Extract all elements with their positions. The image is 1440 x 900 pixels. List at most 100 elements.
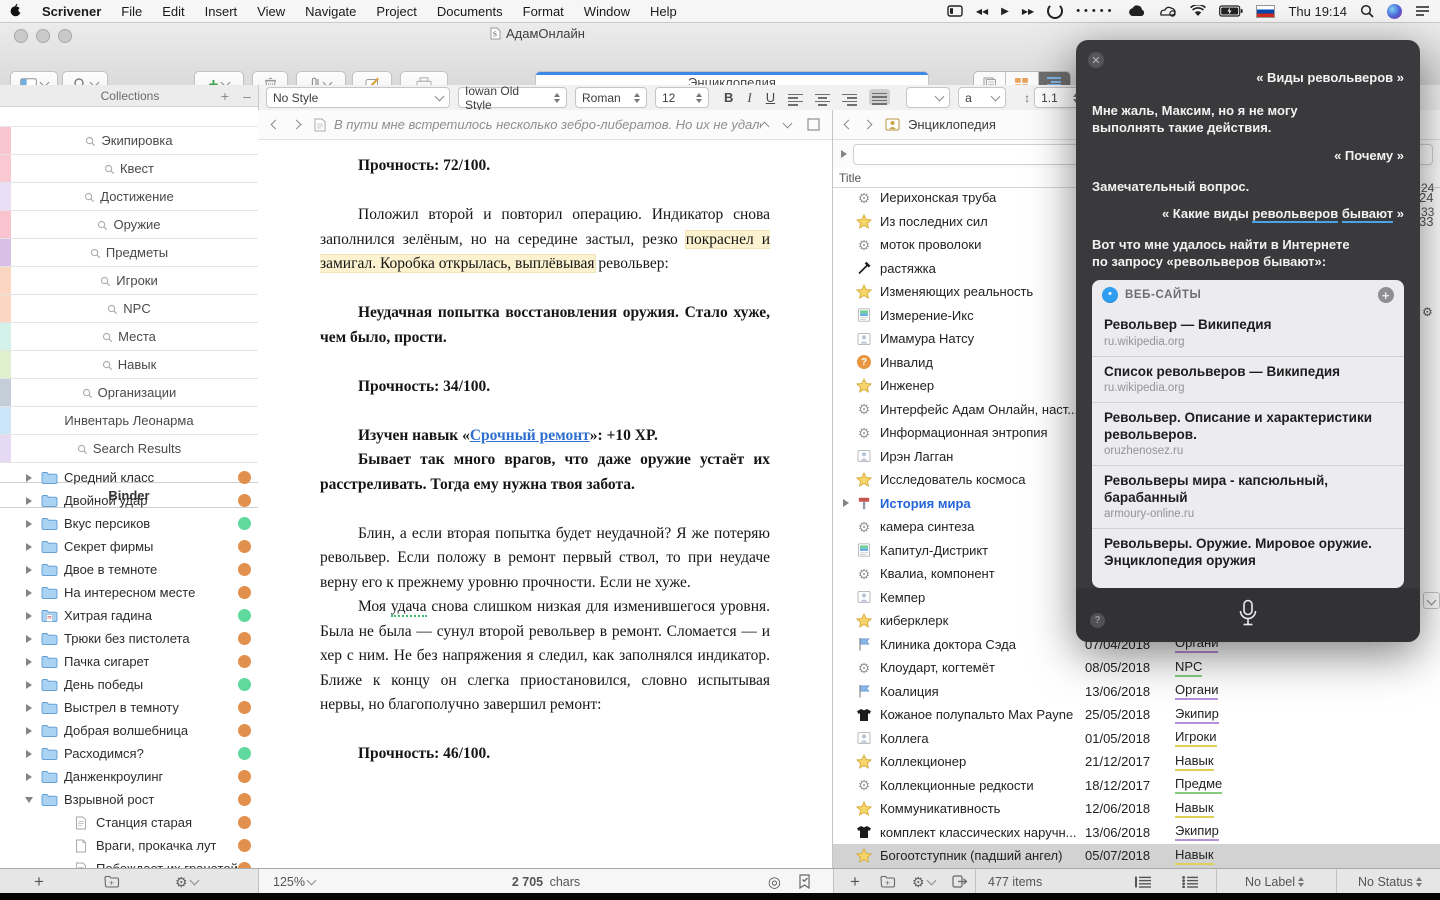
align-right-button[interactable] — [842, 92, 857, 104]
justify-button[interactable] — [869, 89, 890, 105]
binder-item[interactable]: Трюки без пистолета — [0, 627, 258, 650]
binder-item[interactable]: Станция старая — [0, 811, 258, 834]
fast-forward-icon[interactable]: ▶▶ — [1022, 7, 1034, 16]
disclosure-triangle-icon[interactable] — [26, 727, 36, 735]
outliner-row[interactable]: комплект классических наручн...13/06/201… — [833, 821, 1440, 845]
rewind-icon[interactable]: ◀◀ — [976, 7, 988, 16]
add-outliner-item-button[interactable]: + — [850, 869, 860, 894]
binder-item[interactable]: Добрая волшебница — [0, 719, 258, 742]
disclosure-triangle-icon[interactable] — [26, 704, 36, 712]
close-icon[interactable]: ✕ — [1088, 52, 1104, 68]
outliner-row[interactable]: Кожаное полупальто Max Payne25/05/2018Эк… — [833, 703, 1440, 727]
play-icon[interactable]: ▶ — [1001, 6, 1009, 17]
collapse-all-button[interactable] — [841, 150, 847, 158]
disclosure-triangle-icon[interactable] — [26, 750, 36, 758]
siri-web-result[interactable]: Револьвер. Описание и характеристики рев… — [1092, 402, 1404, 465]
align-center-button[interactable] — [815, 92, 830, 104]
underline-button[interactable]: U — [766, 90, 775, 105]
expand-results-icon[interactable]: + — [1378, 287, 1394, 303]
app-menu-scrivener[interactable]: Scrivener — [32, 4, 111, 19]
siri-web-result[interactable]: Револьверы. Оружие. Мировое оружие. Энци… — [1092, 528, 1404, 577]
disclosure-triangle-icon[interactable] — [26, 566, 36, 574]
siri-query-link[interactable]: бывают — [1342, 206, 1393, 223]
style-select[interactable]: No Style — [266, 87, 450, 108]
microphone-icon[interactable] — [1237, 599, 1259, 632]
font-size-select[interactable]: 12 — [655, 87, 709, 108]
center-content-icon[interactable] — [1135, 869, 1151, 894]
binder-item[interactable]: Расходимся? — [0, 742, 258, 765]
editor-forward-button[interactable] — [292, 120, 302, 130]
inline-link[interactable]: Срочный ремонт — [470, 427, 590, 444]
binder-item[interactable]: Средний класс — [0, 466, 258, 489]
siri-web-result[interactable]: Список револьверов — Википедияru.wikiped… — [1092, 356, 1404, 403]
add-binder-item-button[interactable]: + — [34, 869, 44, 894]
disclosure-triangle-icon[interactable] — [843, 499, 855, 507]
disclosure-triangle-icon[interactable] — [26, 773, 36, 781]
menu-item-5[interactable]: Project — [366, 4, 426, 19]
siri-query-link[interactable]: револьверов — [1252, 206, 1338, 223]
menu-item-8[interactable]: Window — [574, 4, 640, 19]
collapsed-control-chevron[interactable] — [1423, 592, 1440, 609]
collection-tab-3[interactable]: Оружие — [0, 211, 258, 239]
search-icon[interactable] — [1360, 4, 1374, 18]
battery-icon[interactable] — [1219, 5, 1243, 17]
outliner-forward-button[interactable] — [863, 120, 873, 130]
remove-collection-button[interactable]: – — [236, 88, 258, 104]
outliner-row[interactable]: Коммуникативность12/06/2018Навык — [833, 797, 1440, 821]
spinner-icon[interactable] — [1047, 3, 1063, 19]
binder-item[interactable]: Данженкроулинг — [0, 765, 258, 788]
menu-clock[interactable]: Thu 19:14 — [1288, 4, 1347, 19]
menu-item-1[interactable]: Edit — [152, 4, 194, 19]
binder-item[interactable]: Взрывной рост — [0, 788, 258, 811]
notification-center-icon[interactable] — [1415, 5, 1430, 17]
collection-tab-4[interactable]: Предметы — [0, 239, 258, 267]
menu-item-6[interactable]: Documents — [427, 4, 513, 19]
outline-options-icon[interactable] — [1182, 869, 1198, 894]
add-folder-button[interactable]: + — [104, 869, 120, 894]
collection-tab-6[interactable]: NPC — [0, 295, 258, 323]
menu-item-2[interactable]: Insert — [195, 4, 248, 19]
outliner-gear-menu[interactable]: ⚙ — [912, 869, 935, 894]
collection-tab-1[interactable]: Квест — [0, 155, 258, 183]
siri-icon[interactable] — [1387, 4, 1402, 19]
status-filter-select[interactable]: No Status — [1358, 869, 1422, 894]
binder-item[interactable]: Хитрая гадина — [0, 604, 258, 627]
outliner-row[interactable]: ⚙Клоударт, когтемёт08/05/2018NPC — [833, 656, 1440, 680]
add-outliner-folder-button[interactable]: + — [880, 869, 896, 894]
binder-item[interactable]: Двое в темноте — [0, 558, 258, 581]
collection-tab-7[interactable]: Места — [0, 323, 258, 351]
menu-item-3[interactable]: View — [247, 4, 295, 19]
bold-button[interactable]: B — [724, 90, 733, 105]
editor-document-title[interactable]: В пути мне встретилось несколько зебро-л… — [334, 117, 761, 132]
align-left-button[interactable] — [788, 92, 803, 104]
collection-tab-0[interactable]: Экипировка — [0, 127, 258, 155]
typewriter-scroll-icon[interactable]: ◎ — [768, 869, 781, 894]
binder-item[interactable]: На интересном месте — [0, 581, 258, 604]
label-filter-select[interactable]: No Label — [1245, 869, 1304, 894]
binder-gear-menu[interactable]: ⚙ — [175, 869, 198, 894]
outliner-back-button[interactable] — [844, 120, 854, 130]
binder-item[interactable]: Выстрел в темноту — [0, 696, 258, 719]
binder-item[interactable]: Двойной удар — [0, 489, 258, 512]
binder-item[interactable]: День победы — [0, 673, 258, 696]
display-icon[interactable] — [947, 5, 963, 17]
turbo-icon[interactable] — [1159, 5, 1177, 17]
export-icon[interactable] — [952, 869, 968, 894]
binder-item[interactable]: Побеждает их гранатой — [0, 857, 258, 868]
collection-tab-9[interactable]: Организации — [0, 379, 258, 407]
binder-item[interactable]: Враги, прокачка лут — [0, 834, 258, 857]
disclosure-triangle-icon[interactable] — [26, 796, 36, 804]
font-select[interactable]: Iowan Old Style — [458, 87, 567, 108]
outliner-row[interactable]: Богоотступник (падший ангел)05/07/2018На… — [833, 844, 1440, 868]
cloud-icon[interactable] — [1128, 5, 1146, 17]
disclosure-triangle-icon[interactable] — [26, 681, 36, 689]
menu-item-7[interactable]: Format — [513, 4, 574, 19]
highlight-color-well[interactable]: a — [958, 87, 1006, 108]
collection-tab-8[interactable]: Навык — [0, 351, 258, 379]
text-color-well[interactable] — [906, 87, 950, 108]
outliner-row[interactable]: Коллекционер21/12/2017Навык — [833, 750, 1440, 774]
collection-tab-11[interactable]: Search Results — [0, 435, 258, 463]
disclosure-triangle-icon[interactable] — [26, 520, 36, 528]
help-icon[interactable]: ? — [1090, 613, 1105, 628]
collection-tab-10[interactable]: Инвентарь Леонарма — [0, 407, 258, 435]
